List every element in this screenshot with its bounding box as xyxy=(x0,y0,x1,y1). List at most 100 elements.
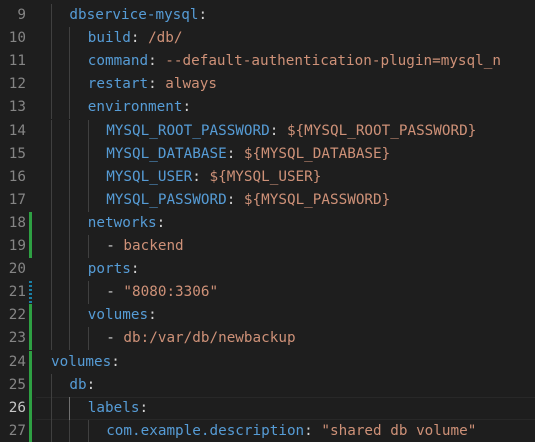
indent-guide xyxy=(51,142,52,166)
added-line-marker[interactable] xyxy=(29,350,32,374)
code-text: environment: xyxy=(88,96,191,119)
code-line[interactable]: 11 command: --default-authentication-plug… xyxy=(0,50,535,74)
code-text: volumes: xyxy=(51,351,120,374)
yaml-value: /db/ xyxy=(148,30,183,47)
yaml-key: environment xyxy=(87,99,183,116)
indent-guide xyxy=(69,73,71,97)
line-number: 17 xyxy=(8,191,26,208)
line-number: 14 xyxy=(8,122,26,139)
indent-guide xyxy=(69,96,71,120)
code-line[interactable]: 27 com.example.description: "shared db vo… xyxy=(0,419,535,442)
indent-guide xyxy=(87,165,89,189)
code-line[interactable]: 18 networks: xyxy=(0,211,535,235)
indent-guide xyxy=(69,327,71,351)
line-number: 12 xyxy=(8,76,26,93)
indent-guide xyxy=(69,27,71,51)
yaml-key: ports xyxy=(87,261,131,278)
indent-guide xyxy=(87,327,89,351)
added-line-marker[interactable] xyxy=(29,304,32,328)
yaml-key: MYSQL_PASSWORD xyxy=(106,191,227,208)
added-line-marker[interactable] xyxy=(29,211,32,235)
indent-guide xyxy=(87,419,89,442)
line-number: 9 xyxy=(17,7,26,23)
indent-guide xyxy=(51,27,52,51)
code-text: MYSQL_ROOT_PASSWORD: ${MYSQL_ROOT_PASSWO… xyxy=(106,120,476,143)
yaml-colon: : xyxy=(148,53,166,70)
code-text: networks: xyxy=(88,212,165,235)
indent-guide xyxy=(69,258,71,282)
yaml-key: db xyxy=(69,376,87,393)
yaml-colon: : xyxy=(111,353,120,370)
code-line[interactable]: 12 restart: always xyxy=(0,73,535,97)
code-text: build: /db/ xyxy=(88,27,183,50)
yaml-colon: : xyxy=(198,7,208,23)
code-text: labels: xyxy=(88,397,148,420)
code-text: ports: xyxy=(88,258,140,281)
code-text: dbservice-mysql: xyxy=(69,4,207,27)
added-line-marker[interactable] xyxy=(29,235,32,259)
line-number: 22 xyxy=(8,307,26,324)
yaml-value: backend xyxy=(123,238,184,254)
yaml-value: "8080:3306" xyxy=(123,284,219,301)
line-number: 26 xyxy=(8,399,26,416)
indent-guide xyxy=(69,119,71,143)
code-line[interactable]: 14 MYSQL_ROOT_PASSWORD: ${MYSQL_ROOT_PASS… xyxy=(0,119,535,143)
indent-guide xyxy=(87,142,89,166)
indent-guide xyxy=(69,50,71,74)
indent-guide xyxy=(69,188,71,212)
yaml-key: MYSQL_DATABASE xyxy=(106,145,227,162)
code-line[interactable]: 21 - "8080:3306" xyxy=(0,281,535,305)
yaml-colon: : xyxy=(130,261,140,278)
code-line[interactable]: 24 volumes: xyxy=(0,350,535,374)
list-dash: - xyxy=(106,330,124,347)
list-dash: - xyxy=(106,284,124,301)
modified-line-marker[interactable] xyxy=(29,281,32,305)
indent-guide xyxy=(87,119,89,143)
line-number: 21 xyxy=(8,284,26,301)
code-line[interactable]: 26 labels: xyxy=(0,396,535,420)
yaml-key: com.example.description xyxy=(106,422,305,439)
code-line[interactable]: 22 volumes: xyxy=(0,304,535,328)
code-line[interactable]: 23 - db:/var/db/newbackup xyxy=(0,327,535,351)
yaml-key: command xyxy=(87,53,149,70)
line-number: 18 xyxy=(8,214,26,231)
line-number: 15 xyxy=(8,145,26,162)
code-line[interactable]: 25 db: xyxy=(0,373,535,397)
code-line[interactable]: 20 ports: xyxy=(0,258,535,282)
yaml-key: dbservice-mysql xyxy=(69,7,199,23)
yaml-key: restart xyxy=(87,76,149,93)
added-line-marker[interactable] xyxy=(29,419,32,442)
indent-guide xyxy=(51,165,52,189)
yaml-key: MYSQL_ROOT_PASSWORD xyxy=(106,122,270,139)
indent-guide xyxy=(51,188,52,212)
code-text: - backend xyxy=(106,235,183,258)
yaml-colon: : xyxy=(86,376,96,393)
added-line-marker[interactable] xyxy=(29,327,32,351)
yaml-key: MYSQL_USER xyxy=(106,168,193,185)
code-line[interactable]: 16 MYSQL_USER: ${MYSQL_USER} xyxy=(0,165,535,189)
yaml-colon: : xyxy=(139,399,149,416)
code-editor[interactable]: 9 dbservice-mysql: 10 build: /db/11 command:… xyxy=(0,0,535,442)
code-line[interactable]: 9 dbservice-mysql: xyxy=(0,4,535,28)
added-line-marker[interactable] xyxy=(29,396,32,420)
yaml-key: volumes xyxy=(51,353,112,370)
indent-guide xyxy=(51,73,52,97)
code-line[interactable]: 13 environment: xyxy=(0,96,535,120)
indent-guide xyxy=(69,165,71,189)
indent-guide xyxy=(69,142,71,166)
indent-guide xyxy=(51,327,52,351)
added-line-marker[interactable] xyxy=(29,373,32,397)
indent-guide xyxy=(51,419,52,442)
indent-guide xyxy=(69,396,71,420)
yaml-key: build xyxy=(87,30,131,47)
code-line[interactable]: 15 MYSQL_DATABASE: ${MYSQL_DATABASE} xyxy=(0,142,535,166)
line-number: 23 xyxy=(8,330,26,347)
yaml-colon: : xyxy=(192,168,210,185)
code-line[interactable]: 19 - backend xyxy=(0,235,535,259)
line-number: 16 xyxy=(8,168,26,185)
indent-guide xyxy=(51,373,52,397)
code-line[interactable]: 17 MYSQL_PASSWORD: ${MYSQL_PASSWORD} xyxy=(0,188,535,212)
code-text: restart: always xyxy=(88,73,217,96)
code-line[interactable]: 10 build: /db/ xyxy=(0,27,535,51)
yaml-colon: : xyxy=(148,76,166,93)
